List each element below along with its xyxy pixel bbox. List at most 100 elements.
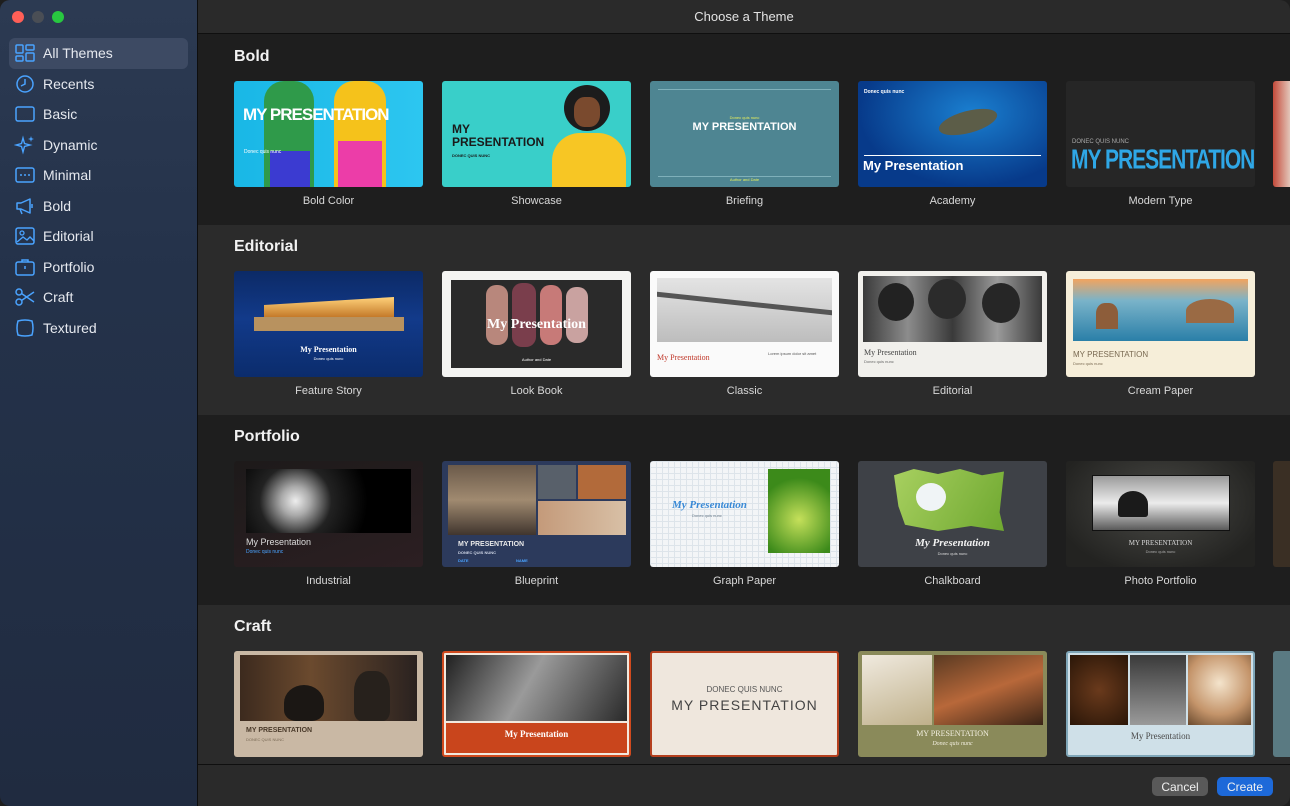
theme-thumbnail: My Presentation Donec quis nunc: [234, 271, 423, 377]
theme-thumbnail: DONEC QUIS NUNC MY PRESENTATION: [650, 651, 839, 757]
theme-card-chalkboard[interactable]: My Presentation Donec quis nunc Chalkboa…: [858, 461, 1047, 587]
thumb-subtitle: Donec quis nunc: [1073, 361, 1103, 366]
theme-name: Feature Story: [295, 385, 362, 397]
thumb-subtitle: Donec quis nunc: [932, 741, 973, 747]
thumb-date: DATE: [458, 558, 469, 563]
theme-card-briefing[interactable]: Donec quis nunc MY PRESENTATION Author a…: [650, 81, 839, 207]
sidebar-item-minimal[interactable]: Minimal: [9, 160, 188, 191]
thumb-subtitle: Lorem ipsum dolor sit amet: [768, 351, 817, 356]
theme-thumbnail: MY PRESENTATION Donec quis nunc: [858, 651, 1047, 757]
thumb-title: MY PRESENTATION: [1071, 145, 1255, 175]
theme-thumbnail: My Presentation Lorem ipsum dolor sit am…: [650, 271, 839, 377]
dialog-footer: Cancel Create: [198, 764, 1290, 806]
thumb-title: MY PRESENTATION: [692, 121, 797, 133]
theme-thumbnail: My Presentation Donec quis nunc: [858, 271, 1047, 377]
main-panel: Choose a Theme Bold MY PRESENTATION Done…: [198, 0, 1290, 806]
theme-card-craft-5[interactable]: My Presentation: [1066, 651, 1255, 764]
thumb-title: MY PRESENTATION: [1073, 350, 1149, 359]
theme-card-bold-color[interactable]: MY PRESENTATION Donec quis nunc Bold Col…: [234, 81, 423, 207]
section-bold: Bold MY PRESENTATION Donec quis nunc Bol…: [198, 35, 1290, 225]
cancel-button[interactable]: Cancel: [1152, 777, 1208, 796]
theme-card-modern-type[interactable]: DONEC QUIS NUNC MY PRESENTATION Modern T…: [1066, 81, 1255, 207]
thumb-subtitle: Donec quis nunc: [313, 356, 344, 361]
theme-thumbnail: My Presentation Donec quis nunc: [234, 461, 423, 567]
sidebar-item-label: Portfolio: [43, 258, 95, 275]
theme-card-academy[interactable]: Donec quis nunc My Presentation Academy: [858, 81, 1047, 207]
theme-card-classic[interactable]: My Presentation Lorem ipsum dolor sit am…: [650, 271, 839, 397]
close-window-button[interactable]: [12, 11, 24, 23]
section-title: Craft: [234, 618, 272, 635]
section-portfolio: Portfolio My Presentation Donec quis nun…: [198, 415, 1290, 605]
theme-card-showcase[interactable]: MY PRESENTATION DONEC QUIS NUNC Showcase: [442, 81, 631, 207]
theme-thumbnail-partial[interactable]: [1273, 81, 1290, 187]
thumb-subtitle: Donec quis nunc: [1145, 549, 1176, 554]
theme-name: Industrial: [306, 575, 351, 587]
thumb-subtitle: Donec quis nunc: [864, 89, 905, 95]
theme-name: Academy: [929, 195, 976, 207]
theme-thumbnail: Donec quis nunc My Presentation: [858, 81, 1047, 187]
theme-thumbnail: My Presentation Donec quis nunc: [858, 461, 1047, 567]
sidebar-item-label: Editorial: [43, 228, 94, 245]
theme-name: Bold Color: [302, 195, 355, 207]
section-title: Portfolio: [234, 428, 300, 445]
theme-card-cream-paper[interactable]: MY PRESENTATION Donec quis nunc Cream Pa…: [1066, 271, 1255, 397]
thumb-title: My Presentation: [672, 499, 747, 511]
clock-icon: [16, 75, 34, 93]
sidebar-item-dynamic[interactable]: Dynamic: [9, 130, 188, 161]
window-title: Choose a Theme: [198, 0, 1290, 34]
theme-card-look-book[interactable]: My Presentation Author and Date Look Boo…: [442, 271, 631, 397]
theme-name: Editorial: [932, 385, 973, 397]
theme-name: Briefing: [725, 195, 764, 207]
create-button[interactable]: Create: [1217, 777, 1273, 796]
theme-thumbnail: My Presentation: [1066, 651, 1255, 757]
theme-name: Cream Paper: [1127, 385, 1194, 397]
theme-card-blueprint[interactable]: MY PRESENTATION DONEC QUIS NUNC DATE NAM…: [442, 461, 631, 587]
thumb-subtitle: DONEC QUIS NUNC: [706, 685, 783, 694]
theme-card-industrial[interactable]: My Presentation Donec quis nunc Industri…: [234, 461, 423, 587]
photo-icon: [15, 227, 35, 245]
thumb-title: MY PRESENTATION: [458, 541, 525, 548]
theme-thumbnail: My Presentation: [442, 651, 631, 757]
all-themes-icon: [15, 44, 35, 62]
zoom-window-button[interactable]: [52, 11, 64, 23]
theme-name: Modern Type: [1128, 195, 1193, 207]
theme-thumbnail: MY PRESENTATION Donec quis nunc: [234, 81, 423, 187]
sidebar-item-craft[interactable]: Craft: [9, 282, 188, 313]
theme-card-craft-4[interactable]: MY PRESENTATION Donec quis nunc: [858, 651, 1047, 764]
thumb-title: My Presentation: [300, 345, 357, 354]
theme-card-craft-3[interactable]: DONEC QUIS NUNC MY PRESENTATION: [650, 651, 839, 764]
sidebar-item-bold[interactable]: Bold: [9, 191, 188, 222]
thumb-title: My Presentation: [504, 729, 569, 739]
theme-thumbnail: My Presentation Author and Date: [442, 271, 631, 377]
thumb-subtitle: DONEC QUIS NUNC: [246, 737, 285, 742]
theme-card-photo-portfolio[interactable]: MY PRESENTATION Donec quis nunc Photo Po…: [1066, 461, 1255, 587]
theme-thumbnail-partial[interactable]: [1273, 461, 1290, 567]
sidebar-item-basic[interactable]: Basic: [9, 99, 188, 130]
theme-card-craft-2[interactable]: My Presentation: [442, 651, 631, 764]
window-controls: [12, 11, 64, 23]
thumb-title: My Presentation: [657, 353, 710, 362]
sidebar-item-label: Bold: [43, 197, 72, 214]
sidebar-item-label: Craft: [43, 289, 74, 306]
thumb-subtitle: DONEC QUIS NUNC: [458, 550, 497, 555]
sidebar-item-all-themes[interactable]: All Themes: [9, 38, 188, 69]
theme-card-feature-story[interactable]: My Presentation Donec quis nunc Feature …: [234, 271, 423, 397]
thumb-name: NAME: [516, 558, 528, 563]
sidebar-item-label: All Themes: [43, 45, 113, 62]
theme-thumbnail: Donec quis nunc MY PRESENTATION Author a…: [650, 81, 839, 187]
theme-card-graph-paper[interactable]: My Presentation Donec quis nunc Graph Pa…: [650, 461, 839, 587]
theme-chooser-window: All Themes Recents Basic Dynamic Minimal…: [0, 0, 1290, 806]
theme-thumbnail-partial[interactable]: [1273, 651, 1290, 757]
sidebar-item-portfolio[interactable]: Portfolio: [9, 252, 188, 283]
theme-gallery[interactable]: Bold MY PRESENTATION Donec quis nunc Bol…: [198, 35, 1290, 764]
sidebar-item-editorial[interactable]: Editorial: [9, 221, 188, 252]
thumb-title: My Presentation: [487, 317, 586, 332]
sidebar-item-recents[interactable]: Recents: [9, 69, 188, 100]
basic-icon: [15, 106, 35, 122]
thumb-title: MY PRESENTATION: [1128, 539, 1193, 547]
sidebar-item-textured[interactable]: Textured: [9, 313, 188, 344]
theme-card-editorial[interactable]: My Presentation Donec quis nunc Editoria…: [858, 271, 1047, 397]
minimize-window-button[interactable]: [32, 11, 44, 23]
theme-card-craft-1[interactable]: MY PRESENTATION DONEC QUIS NUNC: [234, 651, 423, 764]
section-editorial: Editorial My Presentation Donec quis nun…: [198, 225, 1290, 415]
